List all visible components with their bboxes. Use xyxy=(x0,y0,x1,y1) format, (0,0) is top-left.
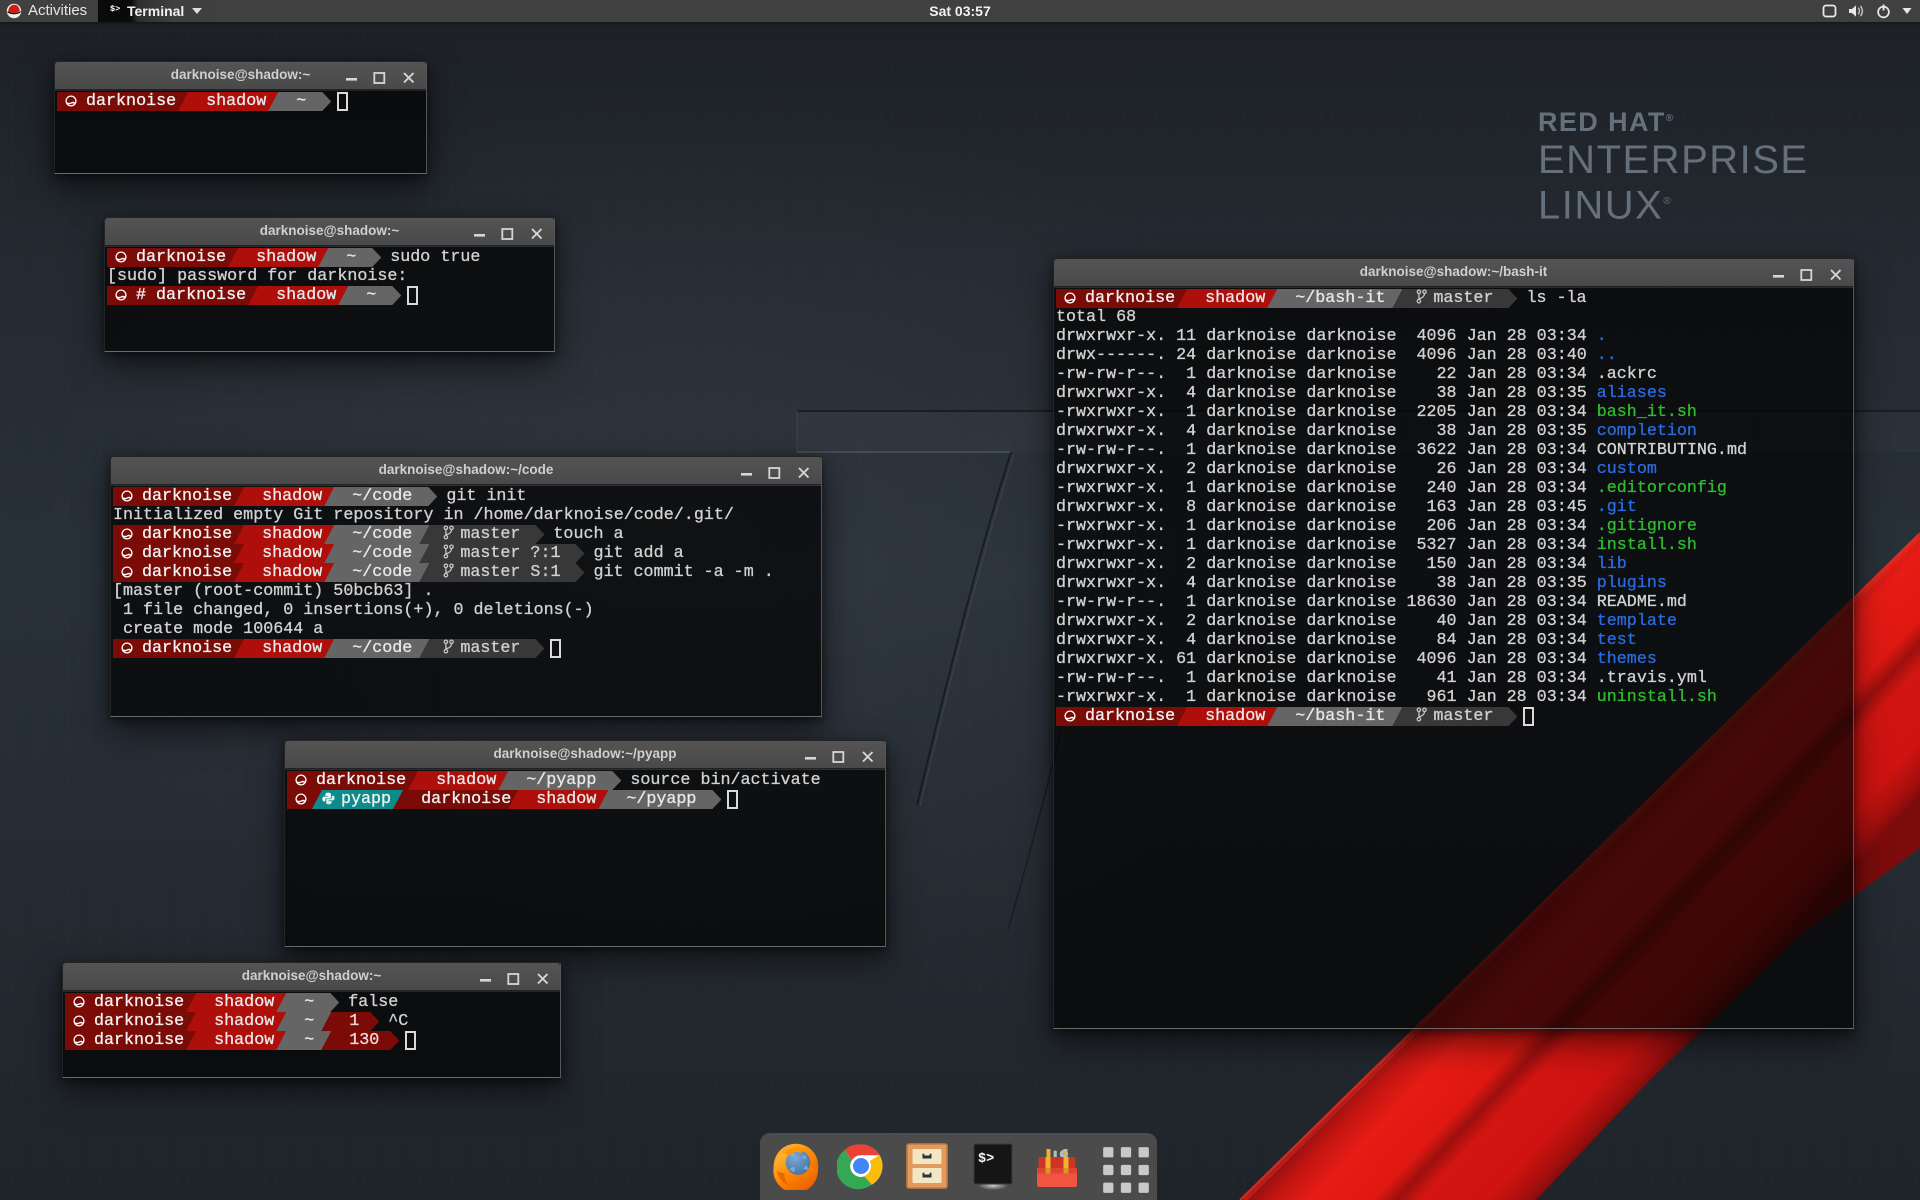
svg-text:$>: $> xyxy=(978,1152,994,1167)
